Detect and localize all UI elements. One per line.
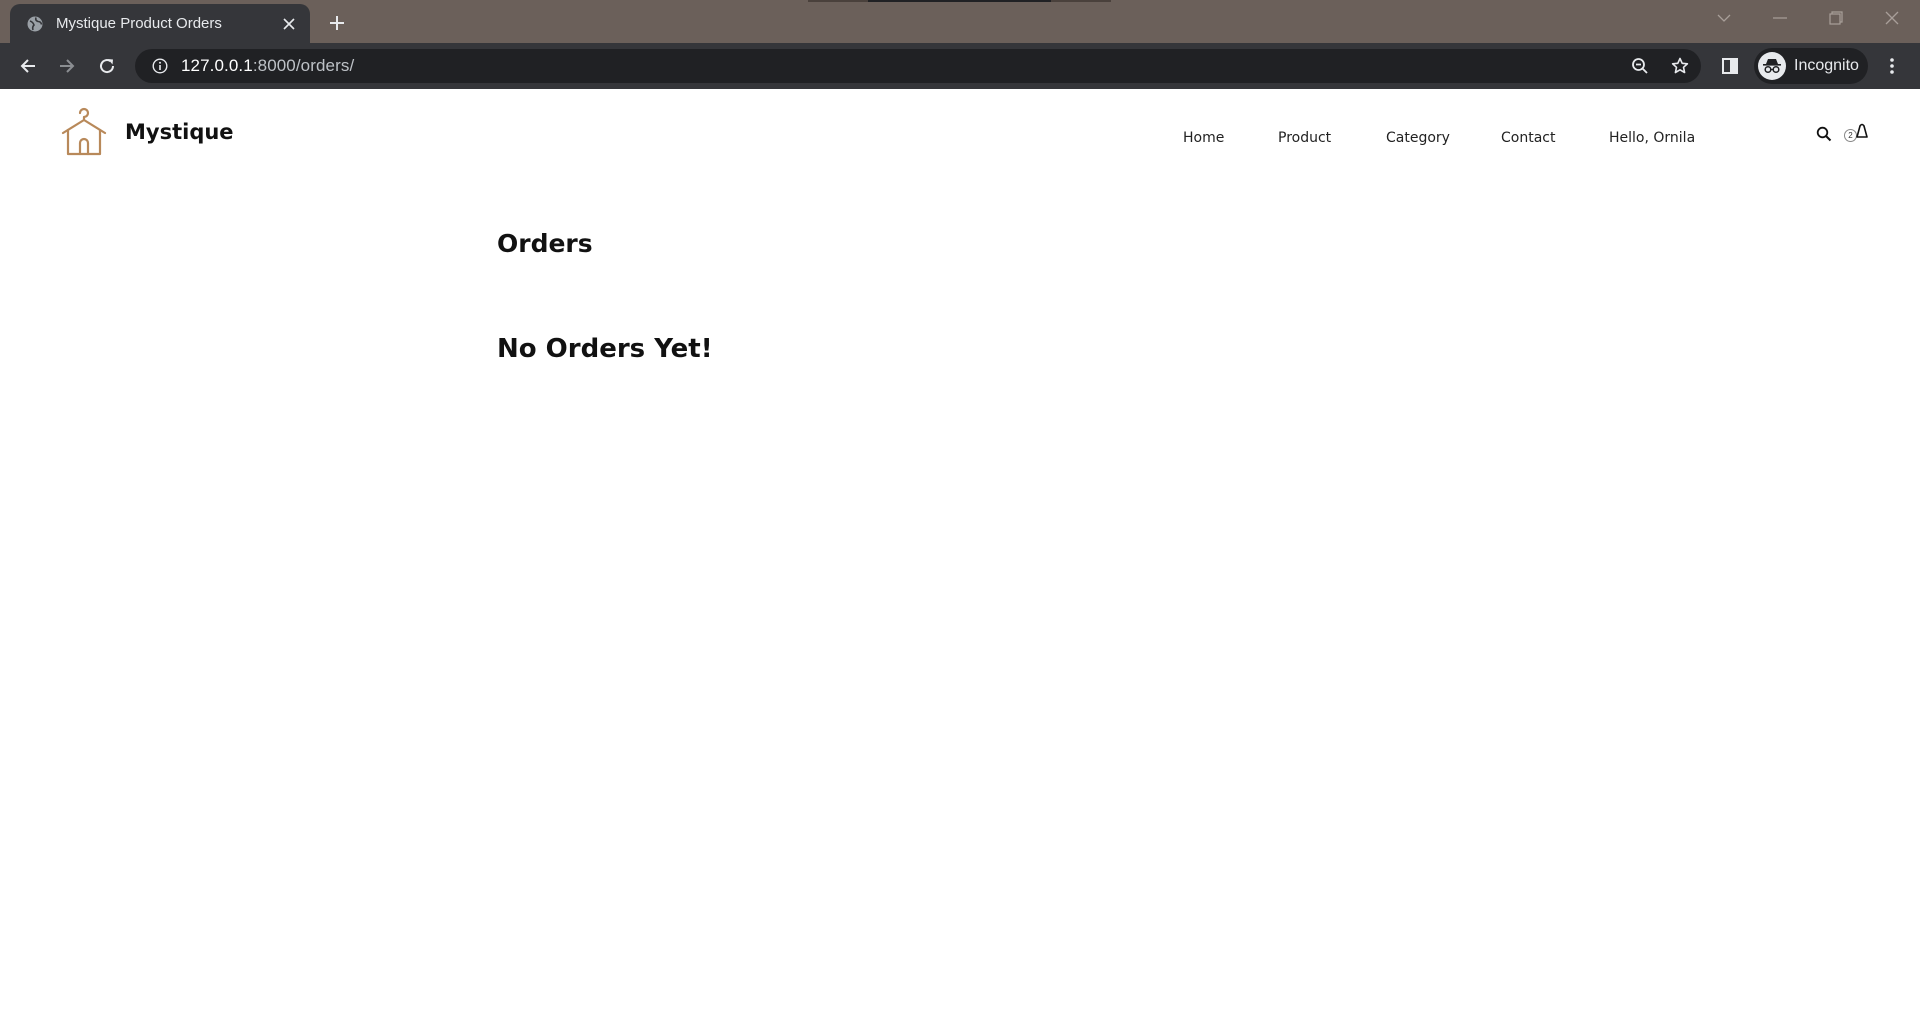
browser-tab-strip: Mystique Product Orders [0, 0, 1920, 43]
info-icon[interactable] [139, 49, 181, 83]
empty-state-message: No Orders Yet! [497, 334, 713, 364]
address-bar[interactable]: 127.0.0.1:8000/orders/ [135, 49, 1701, 83]
globe-icon [26, 15, 44, 33]
nav-user-greeting[interactable]: Hello, Ornila [1609, 130, 1695, 146]
nav-category[interactable]: Category [1386, 130, 1450, 146]
reload-icon[interactable] [92, 51, 122, 81]
window-close-icon[interactable] [1864, 0, 1920, 36]
tab-title: Mystique Product Orders [56, 15, 222, 32]
nav-contact[interactable]: Contact [1501, 130, 1555, 146]
kebab-menu-icon[interactable] [1878, 52, 1906, 80]
tab-search-chevron-icon[interactable] [1696, 0, 1752, 36]
incognito-profile-button[interactable]: Incognito [1754, 48, 1868, 84]
close-icon[interactable] [278, 13, 300, 35]
brand-link[interactable]: Mystique [60, 107, 234, 157]
minimize-icon[interactable] [1752, 0, 1808, 36]
plus-icon[interactable] [324, 10, 350, 36]
nav-home[interactable]: Home [1183, 130, 1224, 146]
back-arrow-icon[interactable] [13, 51, 43, 81]
star-icon[interactable] [1667, 53, 1693, 79]
url-text: 127.0.0.1:8000/orders/ [181, 56, 355, 75]
tab-strip-indicator [808, 0, 1111, 2]
incognito-label: Incognito [1794, 57, 1859, 74]
browser-tab[interactable]: Mystique Product Orders [10, 4, 310, 43]
restore-icon[interactable] [1808, 0, 1864, 36]
bag-icon [1856, 123, 1868, 138]
side-panel-icon[interactable] [1716, 52, 1744, 80]
nav-product[interactable]: Product [1278, 130, 1331, 146]
page-content: Mystique Home Product Category Contact H… [0, 89, 1920, 1027]
incognito-icon [1758, 52, 1786, 80]
zoom-out-icon[interactable] [1627, 53, 1653, 79]
forward-arrow-icon[interactable] [52, 51, 82, 81]
page-title: Orders [497, 229, 593, 258]
hanger-house-logo-icon [60, 107, 108, 157]
brand-name: Mystique [125, 120, 234, 144]
search-icon[interactable] [1814, 124, 1834, 144]
browser-toolbar: 127.0.0.1:8000/orders/ Incognito [0, 43, 1920, 89]
window-controls [1696, 0, 1920, 36]
cart-button[interactable]: 2 [1842, 122, 1872, 146]
